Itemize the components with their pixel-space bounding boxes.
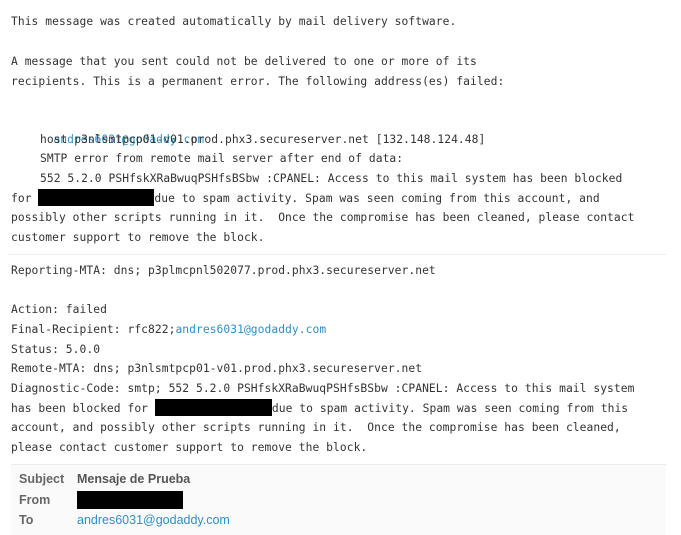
redacted-account-block (38, 189, 155, 206)
from-label: From (19, 493, 51, 507)
diagnostic-code-line-2: has been blocked for due to spam activit… (11, 399, 628, 419)
status-line: Status: 5.0.0 (11, 343, 101, 356)
intro-text: This message was created automatically b… (11, 15, 457, 28)
to-label: To (19, 513, 34, 527)
to-address-link[interactable]: andres6031@godaddy.com (77, 513, 230, 527)
error-code-line: 552 5.2.0 PSHfskXRaBwuqPSHfsBSbw :CPANEL… (40, 172, 623, 185)
notice-line-2: recipients. This is a permanent error. T… (11, 75, 505, 88)
subject-value: Mensaje de Prueba (77, 472, 191, 486)
diagnostic-code-line-4: please contact customer support to remov… (11, 441, 368, 454)
diagnostic-prefix: has been blocked for (11, 402, 155, 415)
blocked-for-suffix: due to spam activity. Spam was seen comi… (154, 192, 600, 205)
final-recipient-link[interactable]: andres6031@godaddy.com (175, 323, 326, 336)
section-divider (8, 254, 666, 255)
host-line: host p3nlsmtpcp01-v01.prod.phx3.securese… (40, 133, 486, 146)
diagnostic-code-line-3: account, and possibly other scripts runn… (11, 421, 621, 434)
final-recipient-line: Final-Recipient: rfc822;andres6031@godad… (11, 320, 326, 340)
notice-line-1: A message that you sent could not be del… (11, 55, 477, 68)
diagnostic-code-line-1: Diagnostic-Code: smtp; 552 5.2.0 PSHfskX… (11, 382, 635, 395)
reporting-mta-line: Reporting-MTA: dns; p3plmcpnl502077.prod… (11, 264, 436, 277)
redacted-sender (77, 490, 183, 509)
failed-address-line: andres6031@godaddy.com (26, 110, 204, 146)
redacted-diagnostic-account (154, 399, 272, 416)
diagnostic-suffix: due to spam activity. Spam was seen comi… (271, 402, 629, 415)
final-recipient-prefix: Final-Recipient: rfc822; (11, 323, 176, 336)
subject-label: Subject (19, 472, 65, 486)
smtp-error-line: SMTP error from remote mail server after… (40, 152, 404, 165)
from-row: From (19, 490, 183, 510)
blocked-for-prefix: for (11, 192, 39, 205)
remote-mta-line: Remote-MTA: dns; p3nlsmtpcp01-v01.prod.p… (11, 362, 423, 375)
action-line: Action: failed (11, 303, 107, 316)
support-line: customer support to remove the block. (11, 231, 265, 244)
original-message-headers: Subject Mensaje de Prueba From To andres60… (11, 464, 666, 535)
subject-row: Subject Mensaje de Prueba (19, 469, 190, 489)
possibly-line: possibly other scripts running in it. On… (11, 211, 635, 224)
blocked-for-line: for due to spam activity. Spam was seen … (11, 189, 600, 209)
to-row: To andres6031@godaddy.com (19, 510, 230, 530)
